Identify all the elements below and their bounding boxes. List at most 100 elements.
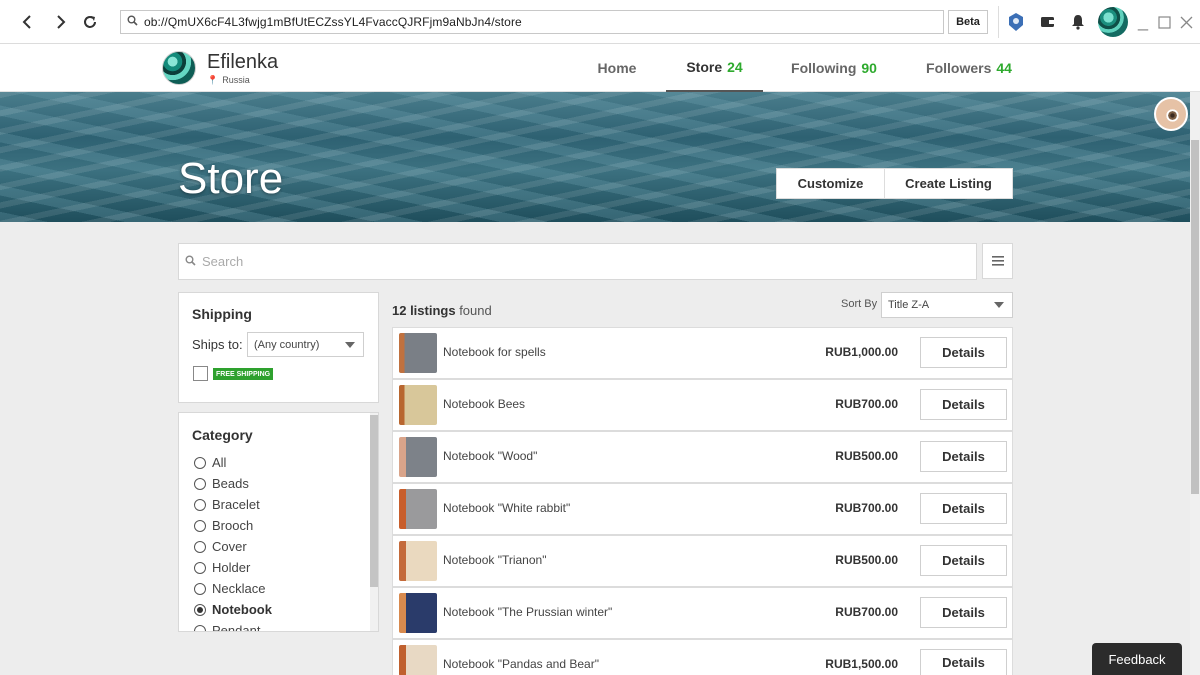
listing-title[interactable]: Notebook "The Prussian winter" [443,605,612,619]
search-input[interactable]: Search [178,243,977,280]
category-option-selected[interactable]: Notebook [194,602,272,617]
details-button[interactable]: Details [920,649,1007,675]
create-listing-button[interactable]: Create Listing [884,168,1013,199]
details-button[interactable]: Details [920,441,1007,472]
category-option[interactable]: All [194,455,226,470]
chevron-down-icon [345,341,355,348]
listing-thumbnail[interactable] [399,489,437,529]
listings-count: 12 listings found [392,303,492,318]
viewer-avatar[interactable] [1154,97,1188,131]
details-button[interactable]: Details [920,597,1007,628]
listing-thumbnail[interactable] [399,645,437,675]
listing-price: RUB1,000.00 [825,345,898,359]
radio-icon [194,519,206,532]
ships-to-label: Ships to: [192,337,243,352]
details-button[interactable]: Details [920,493,1007,524]
tab-store[interactable]: Store 24 [666,44,763,92]
category-label: All [212,455,227,470]
radio-icon [194,561,206,574]
radio-checked-icon [194,603,206,616]
view-toggle-button[interactable] [982,243,1013,279]
listing-row[interactable]: Notebook for spells RUB1,000.00 Details [392,327,1013,379]
listing-title[interactable]: Notebook "White rabbit" [443,501,570,515]
listing-thumbnail[interactable] [399,437,437,477]
radio-icon [194,624,206,631]
tab-label: Store [686,59,723,75]
category-option[interactable]: Holder [194,560,250,575]
listing-thumbnail[interactable] [399,333,437,373]
listing-title[interactable]: Notebook for spells [443,345,546,359]
store-banner: Store Customize Create Listing [0,92,1190,222]
forward-icon[interactable] [48,10,72,34]
listing-row[interactable]: Notebook "Trianon" RUB500.00 Details [392,535,1013,587]
listing-price: RUB1,500.00 [825,657,898,671]
tab-label: Followers [926,60,992,76]
back-icon[interactable] [16,10,40,34]
category-option[interactable]: Cover [194,539,247,554]
details-button[interactable]: Details [920,545,1007,576]
feedback-button[interactable]: Feedback [1092,643,1182,675]
listing-title[interactable]: Notebook "Wood" [443,449,537,463]
tab-home[interactable]: Home [580,44,654,92]
category-option[interactable]: Brooch [194,518,253,533]
category-option[interactable]: Beads [194,476,249,491]
listing-thumbnail[interactable] [399,541,437,581]
close-icon[interactable] [1174,10,1198,34]
connection-icon[interactable] [1004,10,1028,34]
listing-row[interactable]: Notebook "Pandas and Bear" RUB1,500.00 D… [392,639,1013,675]
listings-count-suffix: found [455,303,492,318]
listing-row[interactable]: Notebook "The Prussian winter" RUB700.00… [392,587,1013,639]
category-panel: Category All Beads Bracelet Brooch Cover… [178,412,379,632]
beta-badge[interactable]: Beta [948,10,988,34]
radio-icon [194,582,206,595]
shipping-title: Shipping [192,306,252,322]
listing-row[interactable]: Notebook "Wood" RUB500.00 Details [392,431,1013,483]
user-avatar[interactable] [1098,7,1128,37]
sort-value: Title Z-A [888,299,930,311]
listing-thumbnail[interactable] [399,593,437,633]
listing-price: RUB700.00 [835,605,898,619]
location-pin-icon: 📍 [207,75,219,85]
category-label: Cover [212,539,247,554]
sort-select[interactable]: Title Z-A [881,292,1013,318]
customize-button[interactable]: Customize [776,168,885,199]
category-label: Notebook [212,602,272,617]
details-button[interactable]: Details [920,389,1007,420]
listing-row[interactable]: Notebook "White rabbit" RUB700.00 Detail… [392,483,1013,535]
profile-avatar[interactable] [162,51,196,85]
category-option[interactable]: Pendant [194,623,260,631]
category-scrollbar-thumb[interactable] [370,415,378,587]
browser-toolbar: ob://QmUX6cF4L3fwjg1mBfUtECZssYL4FvaccQJ… [0,0,1200,44]
reload-icon[interactable] [78,10,102,34]
search-icon [127,15,138,29]
free-shipping-checkbox[interactable] [193,366,208,381]
tab-label: Home [597,60,637,76]
maximize-icon[interactable] [1152,10,1176,34]
category-option[interactable]: Necklace [194,581,265,596]
details-button[interactable]: Details [920,337,1007,368]
profile-header: Efilenka 📍 Russia Home Store 24 Following 9… [0,44,1200,92]
address-bar[interactable]: ob://QmUX6cF4L3fwjg1mBfUtECZssYL4FvaccQJ… [120,10,944,34]
divider [998,6,999,38]
minimize-icon[interactable]: _ [1138,12,1148,30]
category-option[interactable]: Bracelet [194,497,260,512]
tab-following[interactable]: Following 90 [780,44,888,92]
shipping-panel: Shipping Ships to: (Any country) FREE SH… [178,292,379,403]
listing-title[interactable]: Notebook Bees [443,397,525,411]
radio-icon [194,498,206,511]
search-icon [185,255,196,269]
listing-row[interactable]: Notebook Bees RUB700.00 Details [392,379,1013,431]
page-scrollbar-thumb[interactable] [1191,140,1199,494]
wallet-icon[interactable] [1036,10,1060,34]
tab-count: 24 [727,59,743,75]
listing-thumbnail[interactable] [399,385,437,425]
profile-name[interactable]: Efilenka [207,51,278,74]
notifications-bell-icon[interactable] [1066,10,1090,34]
listing-title[interactable]: Notebook "Trianon" [443,553,546,567]
search-placeholder: Search [202,254,244,269]
ships-to-select[interactable]: (Any country) [247,332,364,357]
free-shipping-badge: FREE SHIPPING [213,368,274,380]
tab-followers[interactable]: Followers 44 [914,44,1024,92]
listing-title[interactable]: Notebook "Pandas and Bear" [443,657,599,671]
tab-count: 44 [996,60,1012,76]
